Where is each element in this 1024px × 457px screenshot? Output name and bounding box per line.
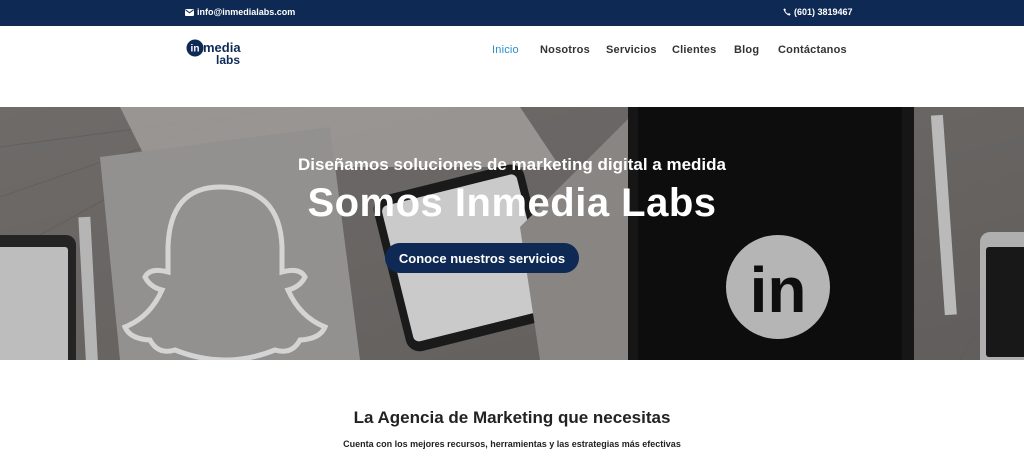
section-subtitle: Cuenta con los mejores recursos, herrami…	[343, 439, 681, 449]
hero-title: Somos Inmedia Labs	[307, 181, 717, 225]
services-cta-button[interactable]: Conoce nuestros servicios	[385, 243, 579, 273]
envelope-icon	[185, 8, 194, 16]
nav-item-nosotros[interactable]: Nosotros	[540, 44, 590, 56]
nav-item-inicio[interactable]: Inicio	[492, 44, 519, 56]
nav-item-clientes[interactable]: Clientes	[672, 44, 716, 56]
hero-subtitle: Diseñamos soluciones de marketing digita…	[298, 155, 726, 174]
phone-text: (601) 3819467	[794, 7, 853, 17]
email-text: info@inmedialabs.com	[197, 7, 296, 17]
phone-icon	[783, 8, 791, 16]
site-header	[0, 26, 1024, 106]
nav-item-contactanos[interactable]: Contáctanos	[778, 44, 847, 56]
main-navigation: Inicio Nosotros Servicios Clientes Blog …	[0, 44, 1024, 58]
nav-item-blog[interactable]: Blog	[734, 44, 759, 56]
contact-phone[interactable]: (601) 3819467	[783, 7, 853, 17]
top-contact-bar: info@inmedialabs.com (601) 3819467	[0, 0, 1024, 26]
hero-background-image: in	[0, 107, 1024, 360]
section-title: La Agencia de Marketing que necesitas	[353, 408, 671, 427]
nav-item-servicios[interactable]: Servicios	[606, 44, 657, 56]
hero-banner: in Diseñamos soluciones de marketing dig…	[0, 107, 1024, 360]
contact-email[interactable]: info@inmedialabs.com	[185, 7, 295, 17]
